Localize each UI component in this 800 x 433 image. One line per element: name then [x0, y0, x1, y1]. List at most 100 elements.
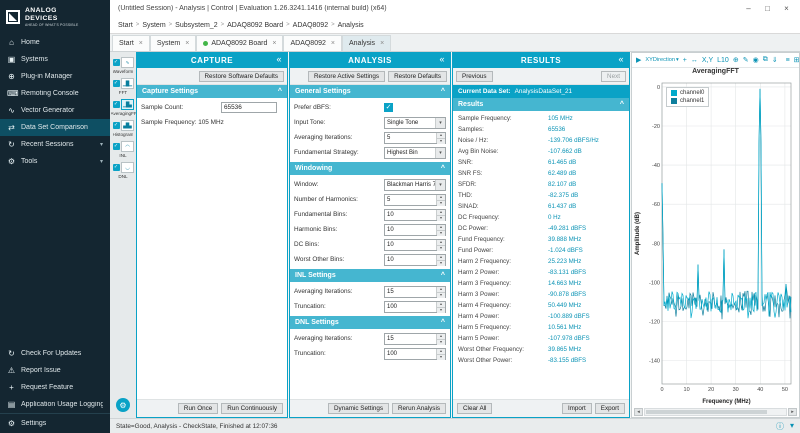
inl-settings-section-header[interactable]: INL Settings ^ [290, 269, 450, 282]
input-tone-select[interactable]: Single Tone ▾ [384, 117, 446, 129]
sidebar-item[interactable]: + Request Feature [0, 379, 110, 396]
sidebar-item[interactable]: ⚙ Tools ▾ [0, 153, 110, 170]
notifications-chevron-icon[interactable]: ▾ [790, 421, 794, 432]
scroll-right-icon[interactable]: ▸ [788, 408, 797, 416]
module-checkbox[interactable]: ✓ [113, 101, 120, 108]
tab-close-icon[interactable]: × [380, 40, 384, 47]
step-down-icon[interactable]: ▾ [437, 292, 445, 298]
setting-stepper[interactable]: 10 ▴▾ [384, 209, 446, 221]
module-checkbox[interactable]: ✓ [113, 143, 120, 150]
tab[interactable]: Analysis × [342, 35, 391, 51]
sidebar-item[interactable]: ⊕ Plug-in Manager [0, 68, 110, 85]
breadcrumb-item[interactable]: System [142, 22, 165, 29]
sidebar-item[interactable]: ⇄ Data Set Comparison [0, 119, 110, 136]
general-settings-section-header[interactable]: General Settings ^ [290, 85, 450, 98]
tab-close-icon[interactable]: × [331, 40, 335, 47]
info-icon[interactable]: ⓘ [776, 421, 784, 432]
sample-count-input[interactable]: 65536 [221, 102, 277, 113]
breadcrumb-item[interactable]: Subsystem_2 [175, 22, 217, 29]
capture-settings-section-header[interactable]: Capture Settings ^ [137, 85, 287, 98]
fft-plot[interactable]: 010203040500-20-40-60-80-100-120-140Freq… [632, 79, 799, 406]
step-down-icon[interactable]: ▾ [437, 230, 445, 236]
sidebar-item[interactable]: ▣ Systems [0, 51, 110, 68]
setting-stepper[interactable]: 15 ▴▾ [384, 286, 446, 298]
step-down-icon[interactable]: ▾ [437, 307, 445, 313]
module-checkbox[interactable]: ✓ [113, 59, 120, 66]
breadcrumb-item[interactable]: ADAQ8092 Board [227, 22, 283, 29]
module-item[interactable]: ✓ ▁█▄ AveragingFFT [110, 97, 136, 118]
tab[interactable]: ADAQ8092 × [283, 35, 342, 51]
setting-stepper[interactable]: 10 ▴▾ [384, 254, 446, 266]
copy-icon[interactable]: ⧉ [763, 56, 768, 64]
zoom-tool-icon[interactable]: ⊕ [733, 56, 739, 64]
fundamental-strategy-select[interactable]: Highest Bin ▾ [384, 147, 446, 159]
restore-active-settings-button[interactable]: Restore Active Settings [308, 71, 385, 82]
maximize-button[interactable]: □ [758, 4, 777, 13]
dynamic-settings-button[interactable]: Dynamic Settings [328, 403, 389, 414]
sidebar-item[interactable]: ▤ Application Usage Logging [0, 396, 110, 413]
breadcrumb-item[interactable]: Start [118, 22, 133, 29]
annotate-pencil-icon[interactable]: ✎ [743, 56, 749, 64]
setting-stepper[interactable]: 15 ▴▾ [384, 333, 446, 345]
wizard-gear-button[interactable]: ⚙ [116, 398, 130, 412]
scrollbar-track[interactable] [644, 408, 787, 416]
zoom-xy-icon[interactable]: X,Y [702, 57, 713, 64]
module-checkbox[interactable]: ✓ [113, 164, 120, 171]
tab-close-icon[interactable]: × [272, 40, 276, 47]
close-button[interactable]: × [777, 4, 796, 13]
module-item[interactable]: ✓ ▁█▁ FFT [110, 76, 136, 97]
export-icon[interactable]: ⇓ [772, 56, 778, 64]
grid-view-icon[interactable]: ⊞ [794, 56, 800, 64]
module-item[interactable]: ✓ ◠ INL [110, 139, 136, 160]
step-down-icon[interactable]: ▾ [437, 339, 445, 345]
previous-dataset-button[interactable]: Previous [456, 71, 493, 82]
step-down-icon[interactable]: ▾ [437, 260, 445, 266]
setting-stepper[interactable]: 5 ▴▾ [384, 194, 446, 206]
sidebar-item[interactable]: ↻ Recent Sessions ▾ [0, 136, 110, 153]
tab-close-icon[interactable]: × [185, 40, 189, 47]
dnl-settings-section-header[interactable]: DNL Settings ^ [290, 316, 450, 329]
log-scale-icon[interactable]: L10 [717, 57, 729, 64]
run-continuously-button[interactable]: Run Continuously [221, 403, 283, 414]
clear-all-button[interactable]: Clear All [457, 403, 492, 414]
window-select[interactable]: Blackman Harris 7 ▾ [384, 179, 446, 191]
rerun-analysis-button[interactable]: Rerun Analysis [392, 403, 446, 414]
collapse-panel-icon[interactable]: « [618, 54, 624, 64]
sidebar-item[interactable]: ⌂ Home [0, 34, 110, 51]
sidebar-item[interactable]: ↻ Check For Updates [0, 345, 110, 362]
module-checkbox[interactable]: ✓ [113, 80, 120, 87]
setting-stepper[interactable]: 100 ▴▾ [384, 301, 446, 313]
windowing-section-header[interactable]: Windowing ^ [290, 162, 450, 175]
module-item[interactable]: ✓ ▄█▄ Histogram [110, 118, 136, 139]
xy-direction-dropdown[interactable]: XYDirection ▾ [645, 57, 678, 63]
next-dataset-button[interactable]: Next [601, 71, 626, 82]
fit-width-icon[interactable]: ↔ [691, 57, 698, 64]
collapse-panel-icon[interactable]: « [439, 54, 445, 64]
module-item[interactable]: ✓ ◡ DNL [110, 160, 136, 181]
module-item[interactable]: ✓ ∿ Waveform [110, 55, 136, 76]
cursor-tool-icon[interactable]: ▶ [636, 56, 641, 64]
step-down-icon[interactable]: ▾ [437, 245, 445, 251]
sidebar-item[interactable]: ⌨ Remoting Console [0, 85, 110, 102]
chart-hscrollbar[interactable]: ◂ ▸ [632, 406, 799, 417]
legend-item[interactable]: channel0 [671, 90, 704, 96]
legend-item[interactable]: channel1 [671, 98, 704, 104]
step-down-icon[interactable]: ▾ [437, 215, 445, 221]
list-view-icon[interactable]: ≡ [786, 57, 790, 64]
restore-software-defaults-button[interactable]: Restore Software Defaults [199, 71, 285, 82]
scroll-left-icon[interactable]: ◂ [634, 408, 643, 416]
breadcrumb-item[interactable]: Analysis [338, 22, 364, 29]
export-button[interactable]: Export [595, 403, 625, 414]
breadcrumb-item[interactable]: ADAQ8092 [293, 22, 328, 29]
results-section-header[interactable]: Results ^ [453, 98, 629, 111]
step-down-icon[interactable]: ▾ [437, 138, 445, 144]
step-down-icon[interactable]: ▾ [437, 354, 445, 360]
setting-stepper[interactable]: 10 ▴▾ [384, 239, 446, 251]
tab-close-icon[interactable]: × [139, 40, 143, 47]
import-button[interactable]: Import [562, 403, 592, 414]
step-down-icon[interactable]: ▾ [437, 200, 445, 206]
snapshot-icon[interactable]: ◉ [753, 56, 759, 64]
pan-tool-icon[interactable]: + [683, 57, 687, 64]
tab[interactable]: ADAQ8092 Board × [196, 35, 283, 51]
setting-stepper[interactable]: 10 ▴▾ [384, 224, 446, 236]
